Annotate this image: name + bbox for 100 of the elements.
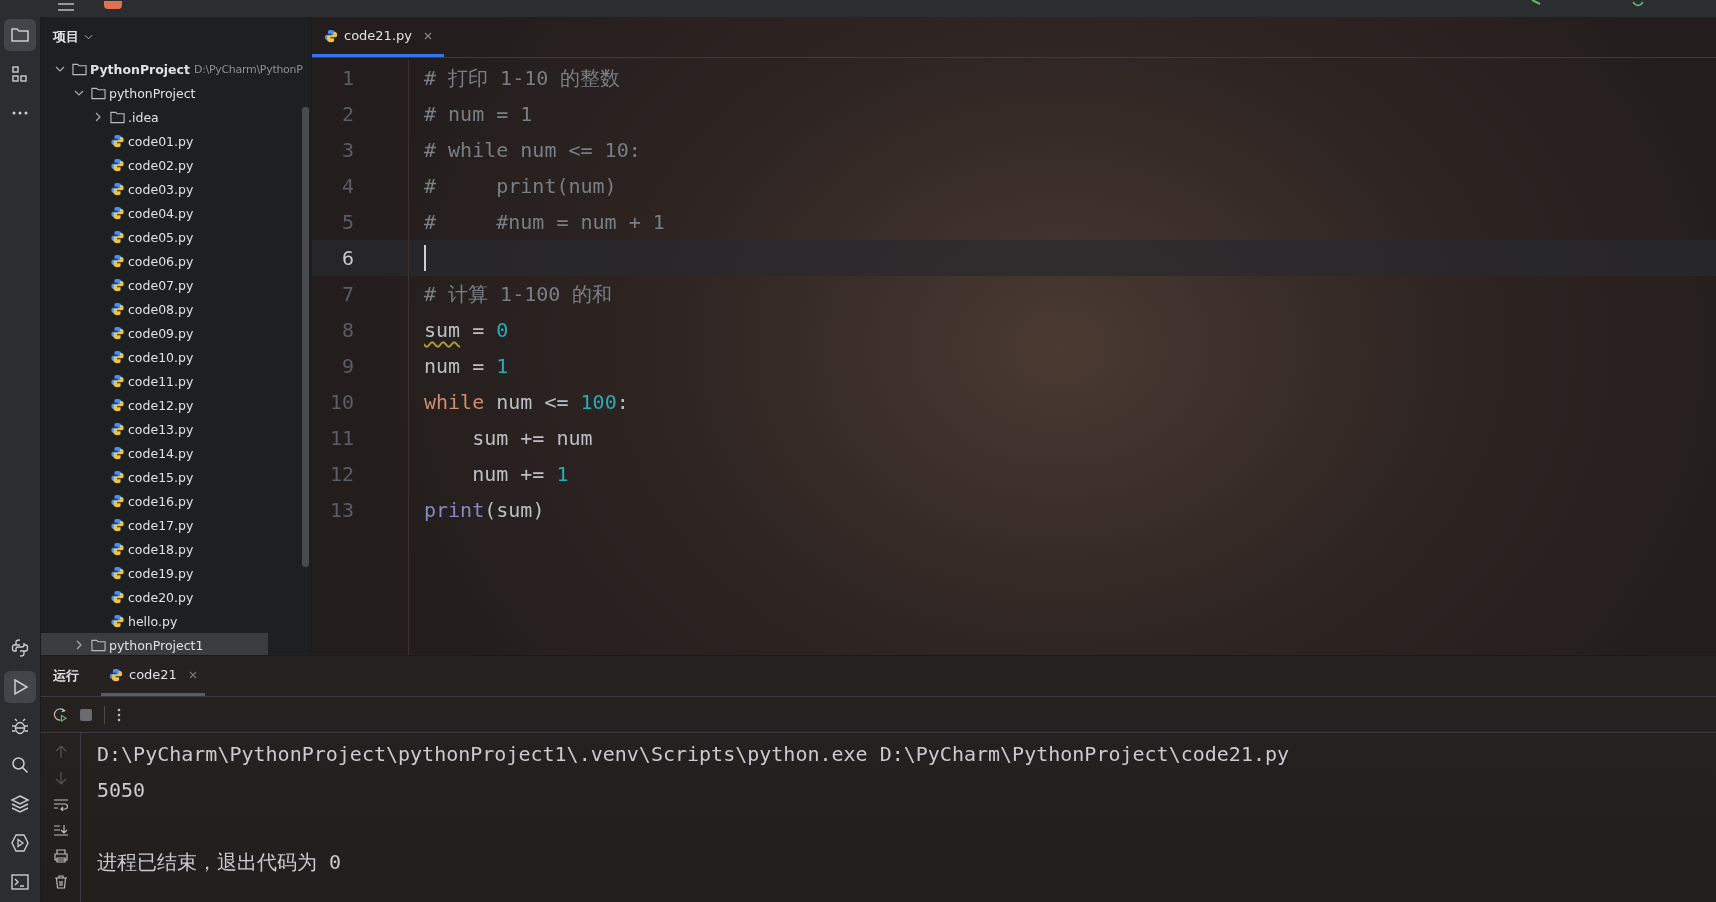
console-output: 进程已结束，退出代码为 0 <box>97 849 343 876</box>
python-file-icon <box>110 158 125 172</box>
chevron-right-icon[interactable] <box>74 640 84 650</box>
python-file-icon <box>110 254 125 268</box>
python-file-icon <box>110 350 125 364</box>
code-line[interactable]: # 计算 1-100 的和 <box>424 276 613 312</box>
stop-icon[interactable] <box>80 708 92 721</box>
file-name[interactable]: code06.py <box>128 253 194 269</box>
panel-title[interactable]: 项目 <box>53 28 79 46</box>
code-line[interactable]: # 打印 1-10 的整数 <box>424 60 621 96</box>
line-number: 3 <box>340 137 355 164</box>
python-file-icon <box>110 374 125 388</box>
python-file-icon <box>110 446 125 460</box>
chevron-down-icon[interactable] <box>84 34 93 40</box>
code-line[interactable]: num = 1 <box>424 348 509 384</box>
line-number: 12 <box>328 461 355 488</box>
folder-name[interactable]: pythonProject <box>109 85 196 101</box>
python-file-icon <box>110 470 125 484</box>
code-line[interactable]: # while num <= 10: <box>424 132 641 168</box>
python-file-icon <box>110 566 125 580</box>
line-number: 13 <box>328 497 355 524</box>
code-line[interactable]: print(sum) <box>424 492 545 528</box>
editor-tab[interactable]: code21.py <box>312 17 444 57</box>
file-name[interactable]: code08.py <box>128 301 194 317</box>
python-file-icon <box>110 230 125 244</box>
console-output: D:\PyCharm\PythonProject\pythonProject1\.venv\Scripts\python.exe D:\PyCharm\PythonProject\code21.py <box>97 741 1290 768</box>
python-file-icon <box>109 667 123 682</box>
line-number: 11 <box>328 425 355 452</box>
line-number: 5 <box>340 209 355 236</box>
code-line[interactable]: # print(num) <box>424 168 617 204</box>
line-number: 2 <box>340 101 355 128</box>
python-file-icon <box>110 326 125 340</box>
python-file-icon <box>110 422 125 436</box>
more-icon[interactable] <box>117 707 121 722</box>
file-name[interactable]: code19.py <box>128 565 194 581</box>
code-line[interactable]: num += 1 <box>424 456 569 492</box>
python-file-icon <box>110 614 125 628</box>
console-output: 5050 <box>97 777 147 804</box>
print-icon[interactable] <box>53 849 68 863</box>
line-number: 4 <box>340 173 355 200</box>
trash-icon[interactable] <box>53 875 68 889</box>
scroll-to-end-icon[interactable] <box>53 823 68 837</box>
line-number: 8 <box>340 317 355 344</box>
folder-name[interactable]: PythonProject <box>90 61 190 77</box>
file-name[interactable]: code15.py <box>128 469 194 485</box>
project-badge-icon[interactable] <box>104 1 122 9</box>
file-name[interactable]: code20.py <box>128 589 194 605</box>
python-file-icon <box>110 182 125 196</box>
code-line[interactable]: sum = 0 <box>424 312 509 348</box>
file-name[interactable]: code04.py <box>128 205 194 221</box>
chevron-down-icon[interactable] <box>74 88 84 98</box>
file-name[interactable]: code13.py <box>128 421 194 437</box>
file-name[interactable]: code17.py <box>128 517 194 533</box>
python-file-icon <box>110 494 125 508</box>
folder-icon <box>91 86 106 100</box>
rerun-icon[interactable] <box>53 707 68 722</box>
soft-wrap-icon[interactable] <box>53 797 68 811</box>
project-folder-icon[interactable] <box>4 19 36 51</box>
text-caret <box>424 245 426 271</box>
python-file-icon <box>110 542 125 556</box>
code-line[interactable]: # #num = num + 1 <box>424 204 665 240</box>
python-file-icon <box>110 398 125 412</box>
file-name[interactable]: code10.py <box>128 349 194 365</box>
chevron-right-icon[interactable] <box>93 112 103 122</box>
chevron-down-icon[interactable] <box>55 64 65 74</box>
code-line[interactable]: # num = 1 <box>424 96 533 132</box>
file-name[interactable]: code03.py <box>128 181 194 197</box>
python-file-icon <box>110 518 125 532</box>
file-name[interactable]: code09.py <box>128 325 194 341</box>
file-name[interactable]: hello.py <box>128 613 178 629</box>
python-file-icon <box>324 28 338 43</box>
close-icon[interactable] <box>188 670 197 679</box>
line-number: 7 <box>340 281 355 308</box>
folder-path: D:\PyCharm\PythonP <box>193 62 303 76</box>
python-file-icon <box>110 278 125 292</box>
run-tab[interactable]: code21 <box>101 656 205 696</box>
python-file-icon <box>110 302 125 316</box>
line-number: 6 <box>312 240 408 276</box>
file-name[interactable]: code18.py <box>128 541 194 557</box>
file-name[interactable]: code01.py <box>128 133 194 149</box>
file-name[interactable]: code16.py <box>128 493 194 509</box>
folder-name[interactable]: .idea <box>128 109 159 125</box>
file-name[interactable]: code05.py <box>128 229 194 245</box>
folder-icon <box>110 110 125 124</box>
code-line[interactable]: sum += num <box>424 420 593 456</box>
line-number: 1 <box>340 65 355 92</box>
code-line[interactable]: while num <= 100: <box>424 384 629 420</box>
file-name[interactable]: code14.py <box>128 445 194 461</box>
panel-title[interactable]: 运行 <box>53 667 79 685</box>
python-file-icon <box>110 590 125 604</box>
menu-icon[interactable] <box>58 3 74 11</box>
file-name[interactable]: code02.py <box>128 157 194 173</box>
line-number: 10 <box>328 389 355 416</box>
python-file-icon <box>110 134 125 148</box>
folder-icon <box>91 638 106 652</box>
close-icon[interactable] <box>424 31 432 40</box>
file-name[interactable]: code07.py <box>128 277 194 293</box>
file-name[interactable]: code11.py <box>128 373 194 389</box>
file-name[interactable]: code12.py <box>128 397 194 413</box>
scrollbar[interactable] <box>302 107 309 567</box>
